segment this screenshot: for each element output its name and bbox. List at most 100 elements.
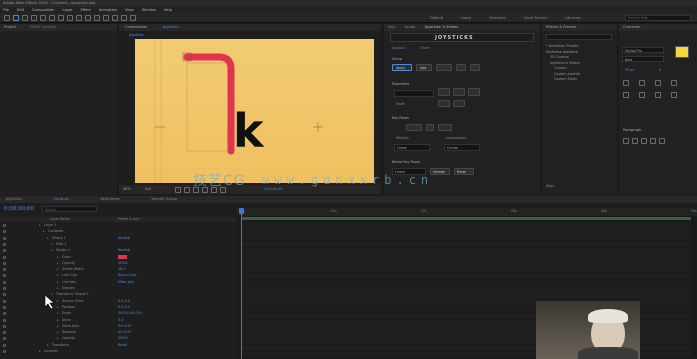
horizontal-scale-icon[interactable] xyxy=(623,92,629,98)
timeline-layer-row[interactable]: ▸ Stroke 1 Normal xyxy=(0,248,235,253)
faux-bold-icon[interactable] xyxy=(671,92,677,98)
twirl-down-icon[interactable]: ▸ xyxy=(57,305,59,309)
twirl-down-icon[interactable]: ▸ xyxy=(57,255,59,259)
stroke-width-icon[interactable] xyxy=(655,80,661,86)
weights-dropdown[interactable]: Linear xyxy=(394,144,430,151)
timeline-tab-keyframes[interactable]: Keyframes xyxy=(100,197,119,201)
timeline-layer-row[interactable]: ▸ Transform Reset xyxy=(0,343,235,348)
clone-stamp-tool-icon[interactable] xyxy=(103,15,109,21)
twirl-down-icon[interactable]: ▸ xyxy=(43,229,45,233)
puppet-tool-icon[interactable] xyxy=(130,15,136,21)
key-pose-arrow-button[interactable] xyxy=(426,124,434,131)
visibility-eye-icon[interactable] xyxy=(3,287,6,290)
tab-effect-controls[interactable]: Effect Controls xyxy=(30,25,56,29)
effects-list-item[interactable]: Custom Slider xyxy=(546,77,616,83)
timeline-layer-row[interactable]: ▸ Anchor Point 0.0,0.0 xyxy=(0,299,235,304)
stroke-color-swatch[interactable] xyxy=(118,255,127,259)
brush-tool-icon[interactable] xyxy=(94,15,100,21)
menu-item-animation[interactable]: Animation xyxy=(99,8,117,12)
comp-timecode[interactable]: 0;00;00;00 xyxy=(264,187,283,191)
mask-visibility-icon[interactable] xyxy=(184,187,190,193)
timeline-layer-row[interactable]: ▸ Rotation 0x+0.0° xyxy=(0,330,235,335)
menu-item-edit[interactable]: Edit xyxy=(17,8,24,12)
visibility-eye-icon[interactable] xyxy=(3,293,6,297)
visibility-eye-icon[interactable] xyxy=(3,268,6,272)
timeline-layer-row[interactable]: ▸ Position 0.0,0.0 xyxy=(0,305,235,310)
align-tab[interactable]: Align xyxy=(546,184,555,188)
tab-character[interactable]: Character xyxy=(623,25,641,29)
visibility-eye-icon[interactable] xyxy=(3,249,6,253)
timeline-tab-joysticks[interactable]: Joysticks xyxy=(6,197,22,201)
visibility-eye-icon[interactable] xyxy=(3,350,6,353)
mode-button-1[interactable] xyxy=(438,100,450,107)
layer-property-value[interactable]: 0x+0.0° xyxy=(118,330,132,334)
selection-tool-icon[interactable] xyxy=(13,15,19,21)
twirl-down-icon[interactable]: ▸ xyxy=(57,311,59,315)
property-icon-button-3[interactable] xyxy=(468,88,480,96)
menu-item-help[interactable]: Help xyxy=(164,8,172,12)
key-poses-button[interactable] xyxy=(406,124,422,131)
joystick-shape-button[interactable] xyxy=(436,64,452,71)
timeline-layer-row[interactable]: ▸ Shape 1 Normal xyxy=(0,236,235,241)
twirl-down-icon[interactable]: ▸ xyxy=(57,318,59,322)
menu-item-effect[interactable]: Effect xyxy=(80,8,90,12)
align-left-icon[interactable] xyxy=(623,138,629,144)
timeline-layer-row[interactable]: ▸ Controls xyxy=(0,349,235,354)
camera-tool-icon[interactable] xyxy=(49,15,55,21)
rectangle-tool-icon[interactable] xyxy=(67,15,73,21)
menu-item-layer[interactable]: Layer xyxy=(62,8,72,12)
comp-name-tab[interactable]: Joysticks xyxy=(163,25,179,29)
interpolation-dropdown[interactable]: Curves xyxy=(444,144,480,151)
layer-property-value[interactable]: 0.0 xyxy=(118,318,123,322)
twirl-down-icon[interactable]: ▸ xyxy=(51,242,53,246)
property-icon-button-1[interactable] xyxy=(438,88,450,96)
menu-item-view[interactable]: View xyxy=(125,8,134,12)
property-icon-button-2[interactable] xyxy=(453,88,465,96)
twirl-down-icon[interactable]: ▸ xyxy=(57,324,59,328)
timeline-layer-row[interactable]: ▸ Contents xyxy=(0,229,235,234)
visibility-eye-icon[interactable] xyxy=(3,280,6,284)
timeline-layer-row[interactable]: ▸ Opacity 100% xyxy=(0,261,235,266)
visibility-eye-icon[interactable] xyxy=(3,331,6,335)
tab-composition[interactable]: Composition xyxy=(125,25,147,29)
roto-brush-tool-icon[interactable] xyxy=(121,15,127,21)
tsume-icon[interactable] xyxy=(655,92,661,98)
search-help-field[interactable]: Search Help xyxy=(625,15,691,21)
footer-reset-button[interactable]: Reset xyxy=(454,168,474,175)
playhead-handle[interactable] xyxy=(239,208,244,214)
resolution[interactable]: Full xyxy=(145,187,151,191)
timeline-layer-row[interactable]: ▸ Dashes xyxy=(0,286,235,291)
visibility-eye-icon[interactable] xyxy=(3,255,6,259)
tab-effects-presets[interactable]: Effects & Presets xyxy=(546,25,576,29)
twirl-down-icon[interactable]: ▸ xyxy=(47,236,49,240)
visibility-eye-icon[interactable] xyxy=(3,312,6,316)
pen-tool-icon[interactable] xyxy=(76,15,82,21)
twirl-down-icon[interactable]: ▸ xyxy=(57,336,59,340)
zoom-level[interactable]: 50% xyxy=(123,187,131,191)
menu-item-window[interactable]: Window xyxy=(142,8,156,12)
joystick-link-button[interactable] xyxy=(470,64,480,71)
layer-property-value[interactable]: Reset xyxy=(118,343,127,347)
vertical-scale-icon[interactable] xyxy=(671,80,677,86)
visibility-eye-icon[interactable] xyxy=(3,299,6,303)
home-icon[interactable] xyxy=(4,15,10,21)
twirl-down-icon[interactable]: ▸ xyxy=(51,248,53,252)
rotate-tool-icon[interactable] xyxy=(40,15,46,21)
justify-icon[interactable] xyxy=(650,138,656,144)
visibility-eye-icon[interactable] xyxy=(3,242,6,246)
align-right-icon[interactable] xyxy=(641,138,647,144)
layer-property-value[interactable]: 100% xyxy=(118,261,128,265)
layer-property-value[interactable]: 16.0 xyxy=(118,267,126,271)
timeline-layer-row[interactable]: ▸ Line Join Miter Join xyxy=(0,280,235,285)
workspace-learn[interactable]: Learn xyxy=(461,16,471,20)
visibility-eye-icon[interactable] xyxy=(3,236,6,240)
timeline-layer-row[interactable]: ▸ Scale 100.0,100.0% xyxy=(0,311,235,316)
twirl-down-icon[interactable]: ▸ xyxy=(47,343,49,347)
twirl-down-icon[interactable]: ▸ xyxy=(39,223,41,227)
layer-property-value[interactable]: Miter Join xyxy=(118,280,134,284)
visibility-eye-icon[interactable] xyxy=(3,261,6,265)
twirl-down-icon[interactable]: ▸ xyxy=(57,273,59,277)
tracking-value[interactable]: 0 xyxy=(659,68,661,72)
timeline-layer-row[interactable]: ▸ Transform: Shape 1 xyxy=(0,292,235,297)
layer-property-value[interactable]: 0.0,0.0 xyxy=(118,299,130,303)
